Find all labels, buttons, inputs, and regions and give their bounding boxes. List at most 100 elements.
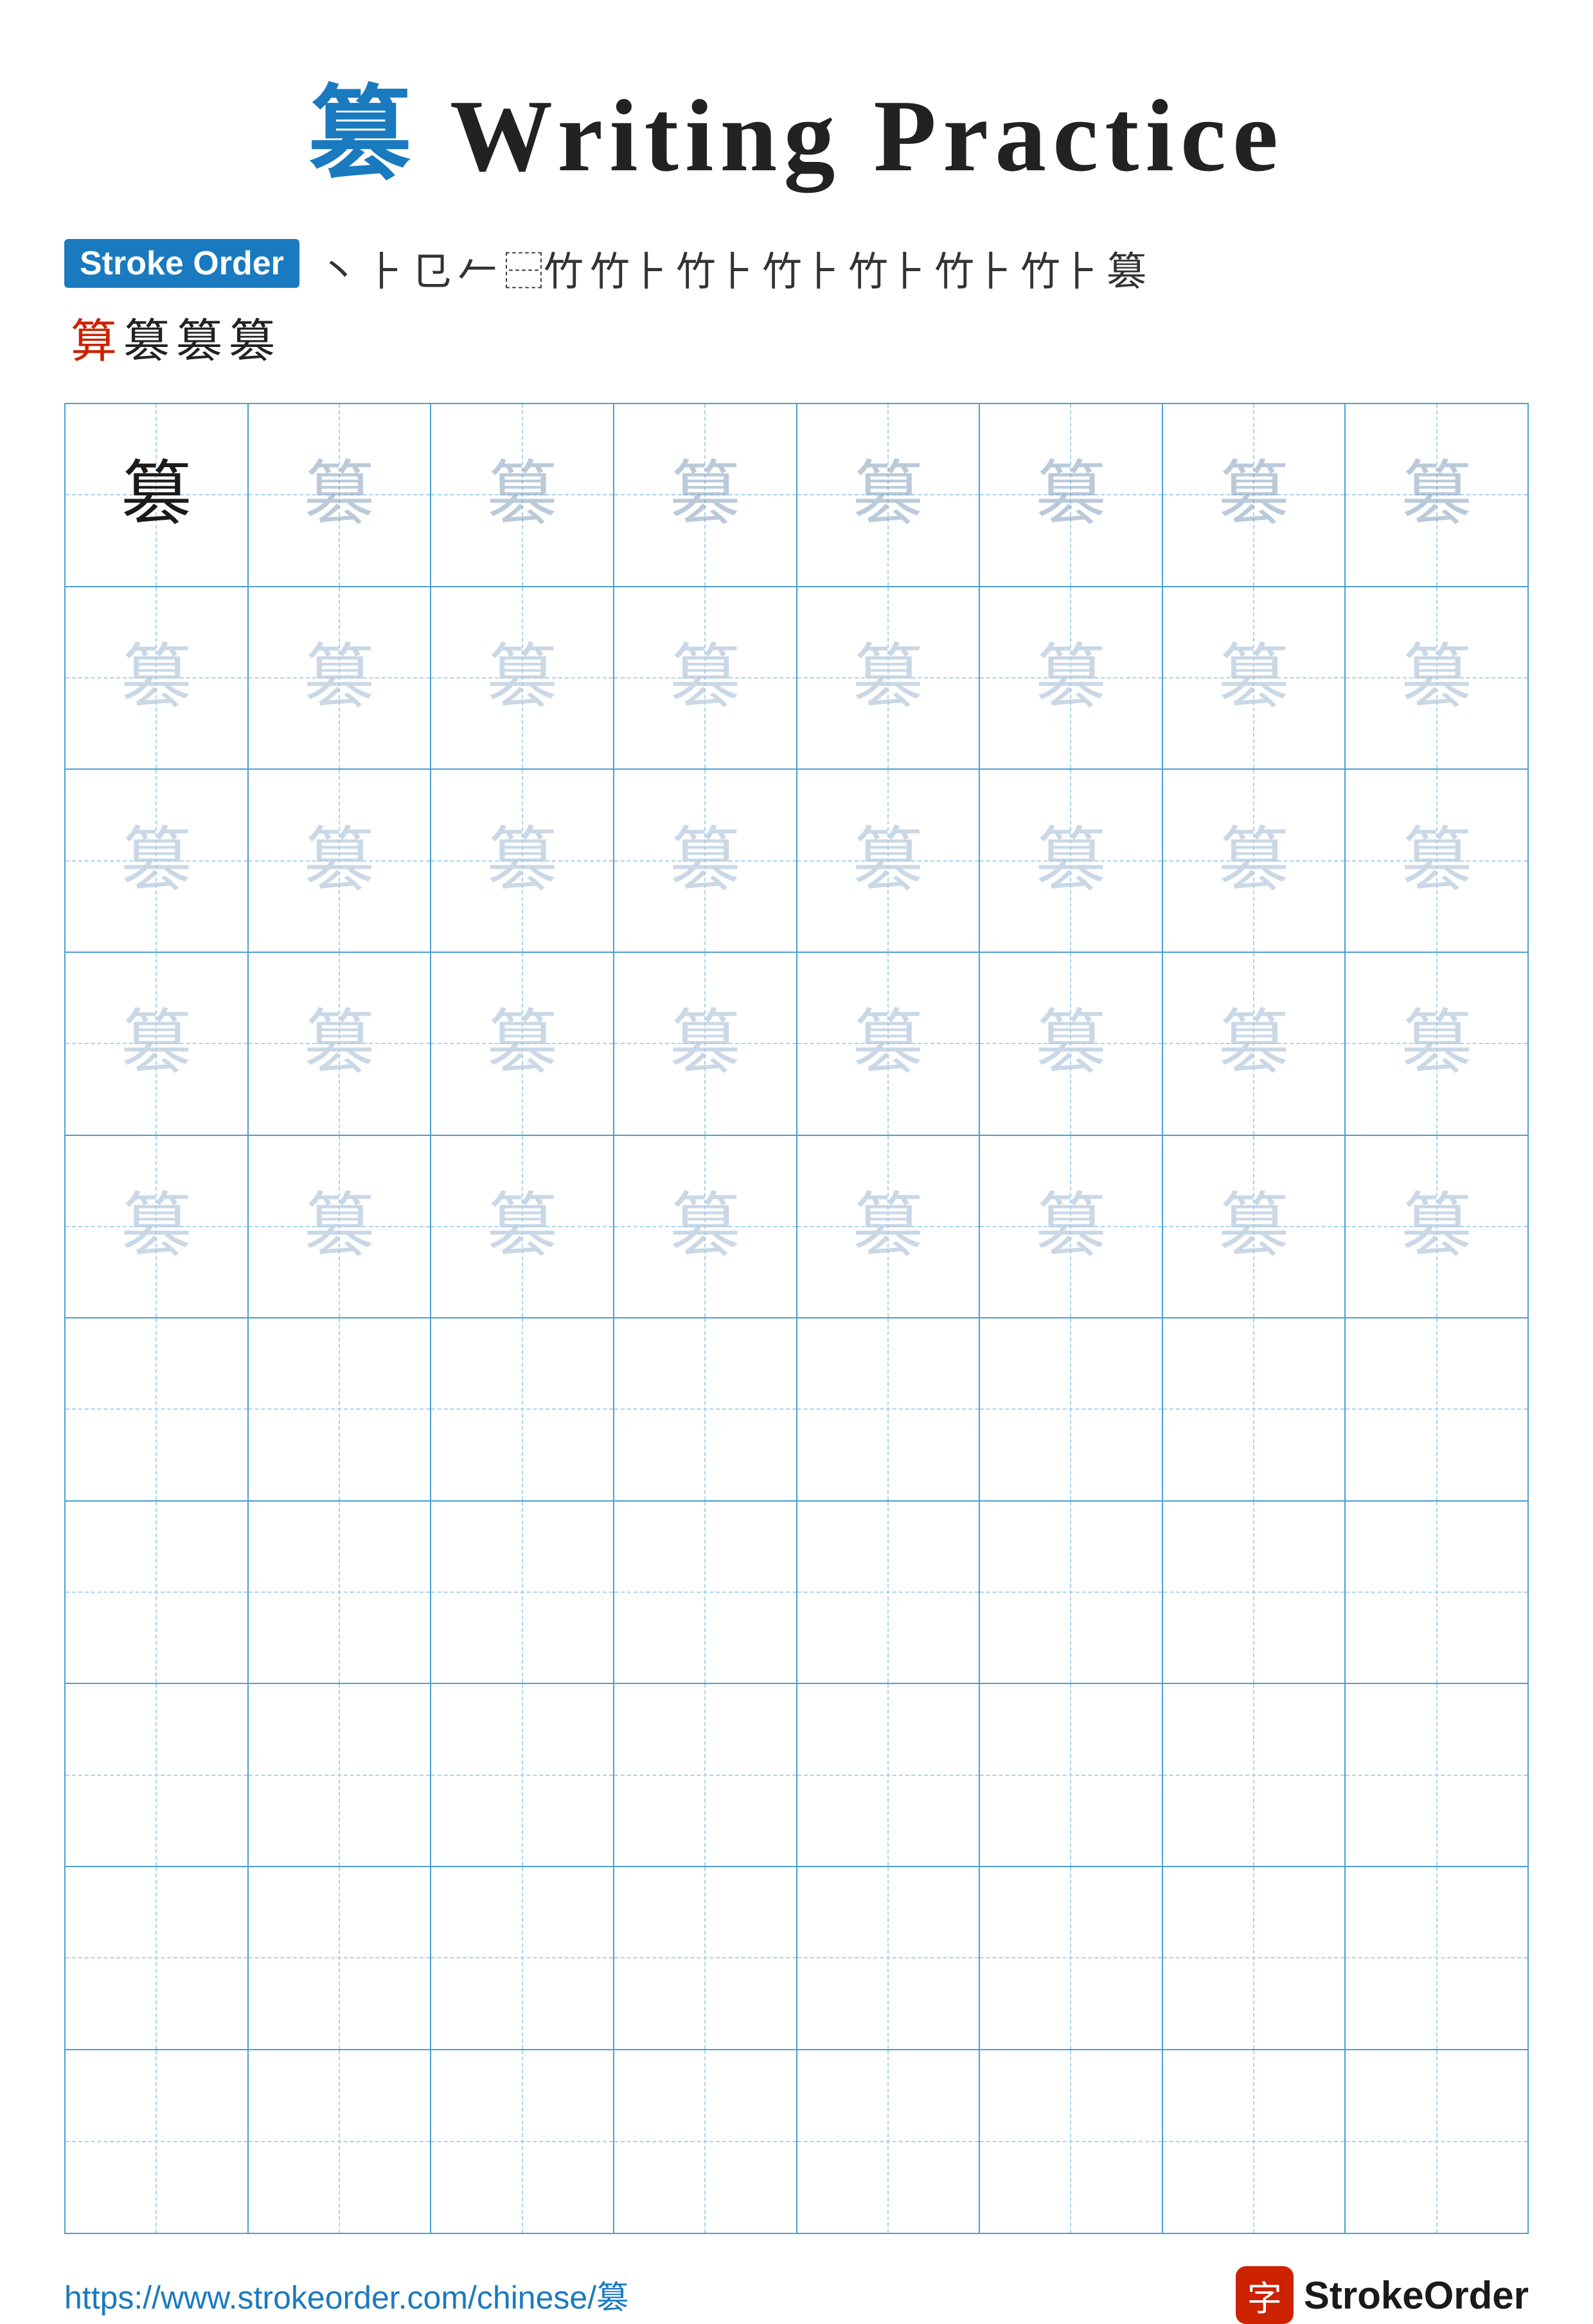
grid-cell[interactable]	[1346, 1318, 1527, 1502]
grid-cell[interactable]	[431, 2050, 614, 2233]
grid-cell[interactable]	[66, 1867, 249, 2050]
grid-cell[interactable]: 篡	[797, 587, 981, 770]
grid-cell[interactable]	[66, 1318, 249, 1502]
grid-cell[interactable]	[431, 1318, 614, 1502]
grid-cell[interactable]: 篡	[249, 953, 432, 1136]
grid-cell[interactable]	[1346, 2050, 1527, 2233]
grid-cell[interactable]: 篡	[797, 953, 981, 1136]
grid-cell[interactable]	[1346, 1867, 1527, 2050]
grid-cell[interactable]: 篡	[249, 587, 432, 770]
grid-cell[interactable]: 篡	[1346, 404, 1527, 587]
grid-cell[interactable]: 篡	[980, 404, 1163, 587]
grid-cell[interactable]: 篡	[1346, 953, 1527, 1136]
footer-url[interactable]: https://www.strokeorder.com/chinese/篡	[64, 2272, 628, 2318]
grid-cell[interactable]	[1163, 2050, 1346, 2233]
page-title: 篡 Writing Practice	[308, 51, 1285, 200]
grid-cell[interactable]: 篡	[980, 770, 1163, 953]
grid-cell[interactable]: 篡	[249, 770, 432, 953]
grid-cell[interactable]: 篡	[431, 953, 614, 1136]
grid-cell[interactable]	[797, 1318, 981, 1502]
grid-row	[66, 1867, 1527, 2050]
grid-cell[interactable]	[980, 1502, 1163, 1685]
grid-cell[interactable]	[980, 1684, 1163, 1867]
grid-row	[66, 1318, 1527, 1502]
grid-cell[interactable]	[249, 1318, 432, 1502]
grid-cell[interactable]: 篡	[66, 587, 249, 770]
grid-cell[interactable]	[614, 1684, 797, 1867]
grid-cell[interactable]	[980, 1867, 1163, 2050]
grid-cell[interactable]: 篡	[431, 1136, 614, 1319]
grid-cell[interactable]	[797, 1867, 981, 2050]
grid-row: 篡 篡 篡 篡 篡 篡 篡 篡	[66, 587, 1527, 770]
grid-cell[interactable]	[249, 1684, 432, 1867]
grid-cell[interactable]	[249, 2050, 432, 2233]
grid-cell[interactable]	[980, 2050, 1163, 2233]
grid-cell[interactable]	[614, 1867, 797, 2050]
grid-cell[interactable]: 篡	[1346, 770, 1527, 953]
grid-cell[interactable]: 篡	[980, 587, 1163, 770]
grid-cell[interactable]: 篡	[66, 1136, 249, 1319]
grid-cell[interactable]	[249, 1867, 432, 2050]
page: 篡 Writing Practice Stroke Order 丶 ⺊ 㔾 𠂉 …	[0, 0, 1593, 2254]
stroke-chars-row1: 丶 ⺊ 㔾 𠂉 ⿱竹 竹⺊ 竹⺊ 竹⺊ 竹⺊ 竹⺊ 竹⺊ 篡	[319, 239, 1146, 297]
grid-row	[66, 1502, 1527, 1685]
stroke-chars-row2: 算 篡 篡 篡	[64, 303, 1529, 371]
grid-cell[interactable]: 篡	[614, 587, 797, 770]
stroke-order-badge: Stroke Order	[64, 239, 299, 288]
grid-cell[interactable]: 篡	[1163, 1136, 1346, 1319]
grid-cell[interactable]: 篡	[1163, 770, 1346, 953]
footer: https://www.strokeorder.com/chinese/篡 字 …	[64, 2266, 1529, 2324]
grid-cell[interactable]: 篡	[797, 1136, 981, 1319]
grid-row: 篡 篡 篡 篡 篡 篡 篡 篡	[66, 1136, 1527, 1319]
grid-cell[interactable]: 篡	[66, 404, 249, 587]
grid-cell[interactable]	[797, 1502, 981, 1685]
grid-cell[interactable]	[431, 1502, 614, 1685]
grid-row: 篡 篡 篡 篡 篡 篡 篡 篡	[66, 404, 1527, 587]
grid-cell[interactable]	[431, 1867, 614, 2050]
grid-cell[interactable]	[431, 1684, 614, 1867]
grid-cell[interactable]	[1163, 1684, 1346, 1867]
grid-cell[interactable]: 篡	[431, 404, 614, 587]
grid-cell[interactable]	[249, 1502, 432, 1685]
grid-cell[interactable]: 篡	[1163, 587, 1346, 770]
title-char: 篡	[308, 78, 418, 193]
grid-cell[interactable]: 篡	[614, 404, 797, 587]
footer-logo-text: StrokeOrder	[1304, 2273, 1529, 2318]
grid-cell[interactable]	[66, 1502, 249, 1685]
footer-logo: 字 StrokeOrder	[1236, 2266, 1529, 2324]
grid-cell[interactable]: 篡	[249, 1136, 432, 1319]
grid-cell[interactable]: 篡	[1346, 1136, 1527, 1319]
grid-cell[interactable]: 篡	[614, 953, 797, 1136]
grid-cell[interactable]	[1346, 1502, 1527, 1685]
grid-cell[interactable]: 篡	[1163, 404, 1346, 587]
grid-cell[interactable]	[980, 1318, 1163, 1502]
grid-cell[interactable]: 篡	[66, 953, 249, 1136]
grid-cell[interactable]: 篡	[249, 404, 432, 587]
grid-cell[interactable]	[614, 1502, 797, 1685]
grid-cell[interactable]	[66, 1684, 249, 1867]
grid-row: 篡 篡 篡 篡 篡 篡 篡 篡	[66, 953, 1527, 1136]
grid-cell[interactable]: 篡	[66, 770, 249, 953]
grid-row: 篡 篡 篡 篡 篡 篡 篡 篡	[66, 770, 1527, 953]
grid-cell[interactable]: 篡	[1163, 953, 1346, 1136]
grid-cell[interactable]	[1163, 1502, 1346, 1685]
grid-cell[interactable]	[1163, 1318, 1346, 1502]
grid-cell[interactable]	[66, 2050, 249, 2233]
grid-cell[interactable]	[797, 1684, 981, 1867]
grid-cell[interactable]	[1163, 1867, 1346, 2050]
grid-cell[interactable]: 篡	[797, 404, 981, 587]
grid-cell[interactable]	[614, 1318, 797, 1502]
stroke-order-section: Stroke Order 丶 ⺊ 㔾 𠂉 ⿱竹 竹⺊ 竹⺊ 竹⺊ 竹⺊ 竹⺊ 竹…	[64, 239, 1529, 297]
grid-cell[interactable]: 篡	[614, 1136, 797, 1319]
grid-cell[interactable]	[1346, 1684, 1527, 1867]
grid-cell[interactable]: 篡	[1346, 587, 1527, 770]
grid-cell[interactable]: 篡	[431, 587, 614, 770]
grid-cell[interactable]	[614, 2050, 797, 2233]
grid-cell[interactable]: 篡	[614, 770, 797, 953]
grid-cell[interactable]	[797, 2050, 981, 2233]
title-text: Writing Practice	[418, 78, 1285, 193]
grid-cell[interactable]: 篡	[797, 770, 981, 953]
grid-cell[interactable]: 篡	[980, 953, 1163, 1136]
grid-cell[interactable]: 篡	[431, 770, 614, 953]
grid-cell[interactable]: 篡	[980, 1136, 1163, 1319]
